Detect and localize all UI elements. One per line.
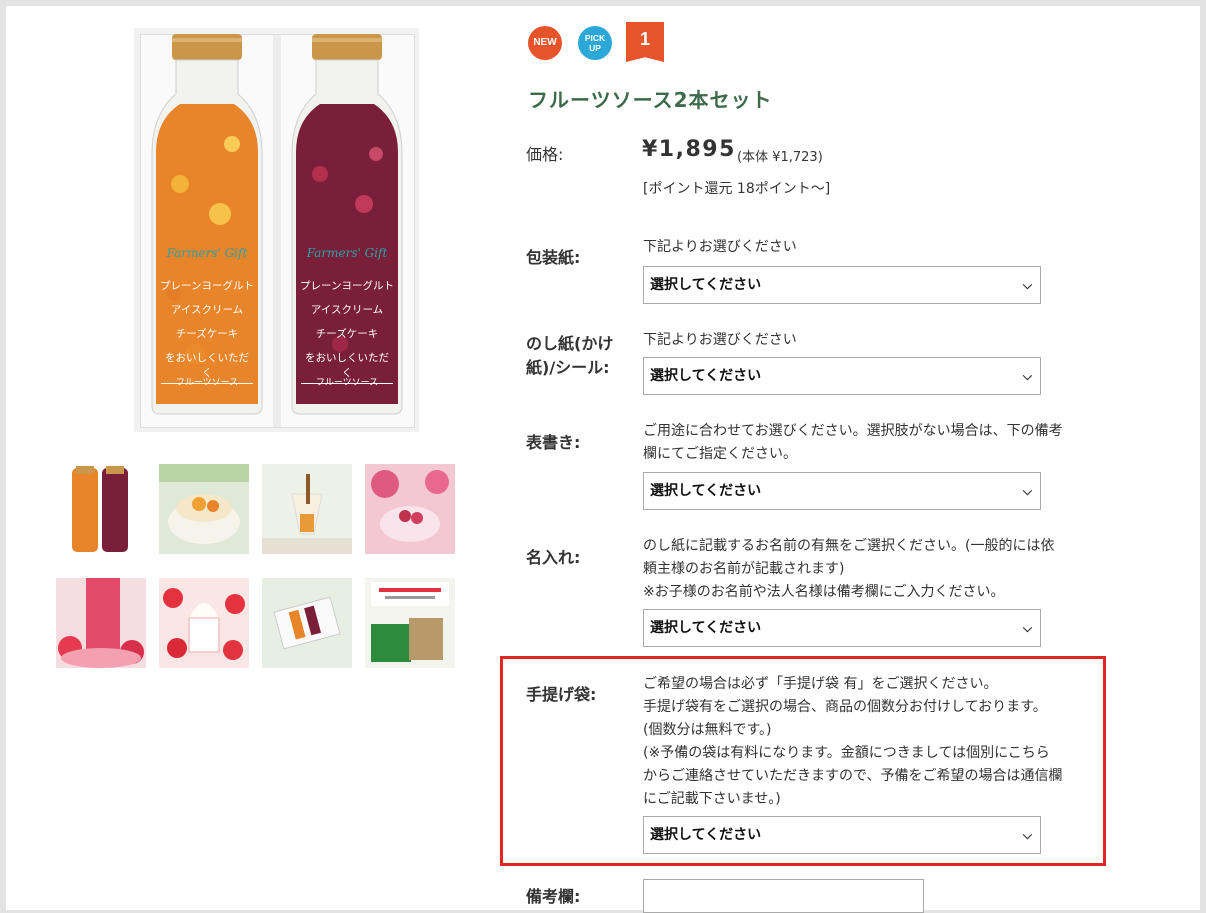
chevron-down-icon: ⌵ — [1022, 369, 1032, 383]
tesage-desc-line4: (※予備の袋は有料になります。金額につきましては個別にこちら — [643, 745, 1050, 761]
omotegaki-select[interactable]: 選択してください ⌵ — [643, 472, 1041, 510]
product-page: Farmers' Gift プレーンヨーグルト アイスクリーム チーズケーキ を… — [6, 6, 1200, 913]
memo-label: 備考欄: — [526, 887, 581, 906]
bottle-text-line: チーズケーキ — [175, 328, 239, 340]
wrapping-description: 下記よりお選びください — [643, 239, 797, 255]
bottle-text-line: アイスクリーム — [310, 304, 384, 316]
pickup-badge-line2: UP — [589, 43, 601, 53]
chevron-down-icon: ⌵ — [1022, 828, 1032, 842]
chevron-down-icon: ⌵ — [1022, 621, 1032, 635]
naire-select[interactable]: 選択してください ⌵ — [643, 609, 1041, 647]
thumbnail-2[interactable] — [159, 464, 249, 554]
new-badge: NEW — [528, 26, 562, 60]
chevron-down-icon: ⌵ — [1022, 484, 1032, 498]
bottle-orange-sauce: Farmers' Gift プレーンヨーグルト アイスクリーム チーズケーキ を… — [150, 34, 264, 416]
wrapping-label: 包装紙: — [526, 248, 581, 267]
main-product-image[interactable]: Farmers' Gift プレーンヨーグルト アイスクリーム チーズケーキ を… — [134, 28, 419, 432]
naire-desc-line1: のし紙に記載するお名前の有無をご選択ください。(一般的には依 — [643, 538, 1055, 554]
naire-description: のし紙に記載するお名前の有無をご選択ください。(一般的には依 頼主様のお名前が記… — [643, 535, 1054, 604]
thumbnail-5[interactable] — [56, 578, 146, 668]
tesage-desc-line2: 手提げ袋有をご選択の場合、商品の個数分お付けしております。 — [643, 699, 1047, 715]
price-label: 価格: — [526, 145, 564, 164]
bottle-text-line: プレーンヨーグルト — [300, 280, 394, 292]
tesage-desc-line1: ご希望の場合は必ず「手提げ袋 有」をご選択ください。 — [643, 676, 998, 692]
wrapping-select[interactable]: 選択してください ⌵ — [643, 266, 1041, 304]
thumbnail-6[interactable] — [159, 578, 249, 668]
pickup-badge-line1: PICK — [584, 33, 606, 43]
omotegaki-desc-line2: 欄にてご指定ください。 — [643, 446, 797, 462]
bottle-brand-text: Farmers' Gift — [166, 246, 248, 260]
noshi-select-value: 選択してください — [650, 368, 762, 384]
price-tax-excluded: (本体 ¥1,723) — [737, 150, 823, 165]
bottle-text-line: チーズケーキ — [315, 328, 379, 340]
naire-desc-line3: ※お子様のお名前や法人名様は備考欄にご入力ください。 — [643, 584, 1005, 600]
box-divider — [273, 35, 281, 427]
noshi-label: のし紙(かけ 紙)/シール: — [526, 332, 613, 380]
tesage-select[interactable]: 選択してください ⌵ — [643, 816, 1041, 854]
thumbnail-4[interactable] — [365, 464, 455, 554]
rank-badge: 1 — [626, 22, 664, 62]
omotegaki-description: ご用途に合わせてお選びください。選択肢がない場合は、下の備考 欄にてご指定くださ… — [643, 420, 1063, 466]
tesage-select-value: 選択してください — [650, 827, 762, 843]
thumbnail-7[interactable] — [262, 578, 352, 668]
bottle-footer-text: フルーツソース — [175, 378, 239, 388]
noshi-select[interactable]: 選択してください ⌵ — [643, 357, 1041, 395]
omotegaki-select-value: 選択してください — [650, 483, 762, 499]
bottle-text-line: プレーンヨーグルト — [160, 280, 254, 292]
thumbnail-3[interactable] — [262, 464, 352, 554]
naire-desc-line2: 頼主様のお名前が記載されます) — [643, 561, 845, 577]
bottle-footer-text: フルーツソース — [315, 378, 379, 388]
noshi-description: 下記よりお選びください — [643, 332, 797, 348]
pickup-badge: PICK UP — [578, 26, 612, 60]
omotegaki-desc-line1: ご用途に合わせてお選びください。選択肢がない場合は、下の備考 — [643, 423, 1063, 439]
thumbnail-1[interactable] — [56, 464, 146, 554]
wrapping-select-value: 選択してください — [650, 277, 762, 293]
bottle-berry-sauce: Farmers' Gift プレーンヨーグルト アイスクリーム チーズケーキ を… — [290, 34, 404, 416]
tesage-desc-line3: (個数分は無料です。) — [643, 722, 772, 738]
bottle-brand-text: Farmers' Gift — [306, 246, 388, 260]
product-title: フルーツソース2本セット — [528, 88, 773, 112]
noshi-label-line2: 紙)/シール: — [526, 358, 610, 377]
tesage-description: ご希望の場合は必ず「手提げ袋 有」をご選択ください。 手提げ袋有をご選択の場合、… — [643, 673, 1062, 811]
price-value: ¥1,895 — [642, 137, 736, 162]
omotegaki-label: 表書き: — [526, 433, 581, 452]
thumbnail-8[interactable] — [365, 578, 455, 668]
chevron-down-icon: ⌵ — [1022, 278, 1032, 292]
tesage-desc-line5: からご連絡させていただきますので、予備をご希望の場合は通信欄 — [643, 768, 1063, 784]
memo-input[interactable] — [643, 879, 924, 913]
tesage-desc-line6: にご記載下さいませ。) — [643, 791, 781, 807]
tesage-label: 手提げ袋: — [526, 685, 597, 704]
bottle-text-line: アイスクリーム — [170, 304, 244, 316]
noshi-label-line1: のし紙(かけ — [526, 334, 614, 353]
naire-select-value: 選択してください — [650, 620, 762, 636]
points-info: [ポイント還元 18ポイント〜] — [643, 181, 831, 197]
naire-label: 名入れ: — [526, 548, 581, 567]
